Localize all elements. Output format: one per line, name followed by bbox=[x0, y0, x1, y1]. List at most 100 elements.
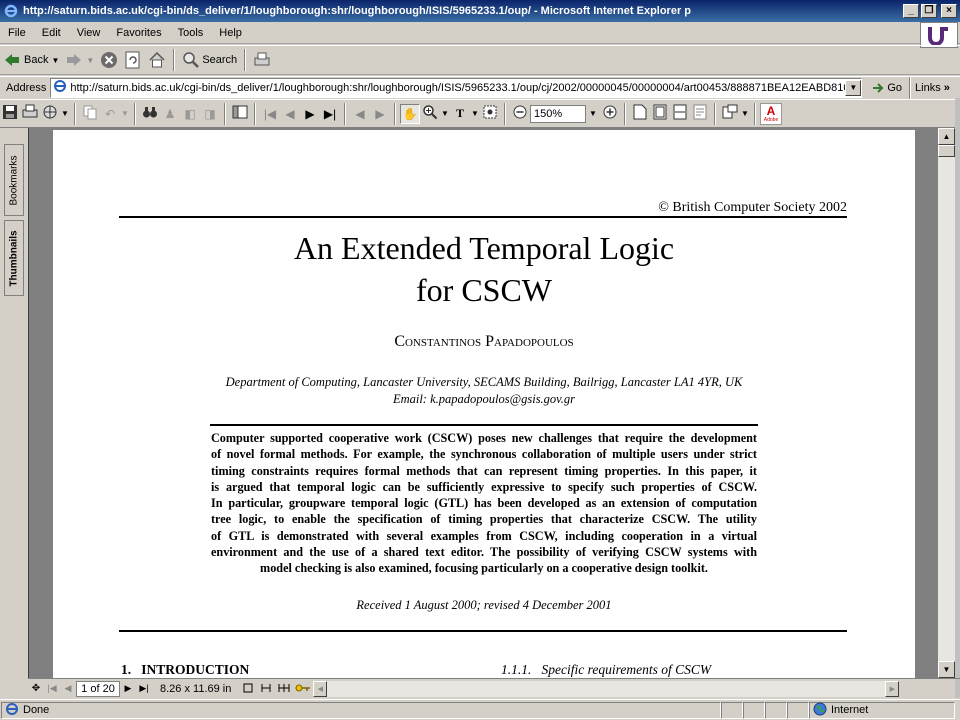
chevron-down-icon[interactable]: ▼ bbox=[470, 104, 480, 124]
minimize-button[interactable]: _ bbox=[903, 4, 919, 18]
previous-page-button[interactable]: ◀ bbox=[280, 104, 300, 124]
status-bar: Done Internet bbox=[0, 699, 960, 720]
undo-button[interactable]: ↶ bbox=[100, 104, 120, 124]
scroll-thumb[interactable] bbox=[938, 145, 955, 157]
refresh-button[interactable] bbox=[121, 48, 145, 72]
abstract-line: tree logic, to enable the specification … bbox=[211, 512, 757, 527]
chevron-down-icon[interactable]: ▼ bbox=[740, 104, 750, 124]
toolbar-separator bbox=[134, 102, 136, 125]
fit-width-button[interactable] bbox=[670, 104, 690, 124]
undo-icon: ↶ bbox=[104, 106, 116, 121]
go-back-button[interactable]: ◀ bbox=[350, 104, 370, 124]
chevron-down-icon[interactable]: ▼ bbox=[440, 104, 450, 124]
status-panel bbox=[721, 701, 743, 719]
text-select-button[interactable]: T bbox=[450, 104, 470, 124]
find-button[interactable] bbox=[140, 104, 160, 124]
abstract-line: model checking is also examined, focusin… bbox=[260, 561, 708, 576]
zoom-tool-button[interactable] bbox=[420, 104, 440, 124]
home-button[interactable] bbox=[145, 48, 169, 72]
subsection-heading: 1.1.1. Specific requirements of CSCW bbox=[501, 662, 712, 677]
abstract-top-rule bbox=[210, 424, 758, 426]
zoom-out-button[interactable] bbox=[510, 104, 530, 124]
address-input[interactable]: http://saturn.bids.ac.uk/cgi-bin/ds_deli… bbox=[50, 77, 863, 98]
adobe-online-button[interactable]: A Adobe bbox=[760, 102, 782, 125]
browser-scrollbar-track[interactable] bbox=[955, 98, 960, 698]
save-button[interactable] bbox=[0, 104, 20, 124]
last-page-button[interactable]: ▶| bbox=[320, 104, 340, 124]
menu-edit[interactable]: Edit bbox=[34, 27, 69, 39]
next-page-icon: ▶ bbox=[124, 683, 132, 693]
back-arrow-icon bbox=[3, 52, 21, 68]
actual-size-button[interactable] bbox=[630, 104, 650, 124]
reflow-button[interactable] bbox=[690, 104, 710, 124]
print-button[interactable] bbox=[250, 48, 274, 72]
scroll-up-button[interactable]: ▲ bbox=[938, 128, 955, 145]
chevron-down-icon[interactable]: ▼ bbox=[60, 104, 70, 124]
status-text-panel: Done bbox=[1, 701, 721, 719]
search-label: Search bbox=[202, 54, 238, 66]
zoom-dropdown-button[interactable]: ▼ bbox=[586, 104, 600, 124]
page-number-field[interactable]: 1 of 20 bbox=[76, 680, 120, 697]
forward-button[interactable]: ▼ bbox=[62, 48, 97, 72]
zoom-in-button[interactable] bbox=[600, 104, 620, 124]
last-page-button[interactable]: ▶| bbox=[136, 679, 152, 699]
tab-bookmarks[interactable]: Bookmarks bbox=[4, 144, 24, 216]
show-navigation-pane-button[interactable] bbox=[230, 104, 250, 124]
menu-tools[interactable]: Tools bbox=[170, 27, 212, 39]
hand-tool-button[interactable]: ✋ bbox=[400, 103, 420, 124]
copy-button[interactable] bbox=[80, 104, 100, 124]
links-button[interactable]: Links » bbox=[915, 82, 950, 94]
scroll-right-button[interactable]: ▶ bbox=[885, 680, 900, 697]
menu-file[interactable]: File bbox=[0, 27, 34, 39]
page-layout-button[interactable]: ✥ bbox=[28, 679, 44, 699]
stop-button[interactable] bbox=[97, 48, 121, 72]
snapshot-button[interactable] bbox=[480, 104, 500, 124]
email-button[interactable] bbox=[40, 104, 60, 124]
search-button[interactable]: ♟ bbox=[160, 104, 180, 124]
next-page-button[interactable]: ▶ bbox=[120, 679, 136, 699]
go-button[interactable]: Go bbox=[868, 76, 905, 100]
adobe-logo-icon: A bbox=[766, 103, 776, 118]
back-button[interactable]: Back ▼ bbox=[0, 48, 62, 72]
continuous-button[interactable] bbox=[257, 679, 275, 699]
horizontal-scrollbar-track[interactable] bbox=[327, 680, 886, 697]
single-page-button[interactable] bbox=[239, 679, 257, 699]
fit-page-button[interactable] bbox=[650, 104, 670, 124]
menu-favorites[interactable]: Favorites bbox=[108, 27, 169, 39]
paper-title-line1: An Extended Temporal Logic bbox=[293, 230, 675, 266]
navigation-side-tabs: Bookmarks Thumbnails bbox=[0, 128, 28, 678]
key-icon bbox=[295, 682, 311, 696]
go-forward-button[interactable]: ▶ bbox=[370, 104, 390, 124]
scroll-left-button[interactable]: ◀ bbox=[313, 680, 328, 697]
rotate-button[interactable] bbox=[720, 104, 740, 124]
search-button[interactable]: Search bbox=[179, 48, 240, 72]
next-page-button[interactable]: ▶ bbox=[300, 104, 320, 124]
zoom-level-input[interactable]: 150% bbox=[530, 104, 586, 123]
save-icon bbox=[2, 104, 18, 123]
binoculars-icon bbox=[142, 104, 158, 123]
section-heading: 1. INTRODUCTION bbox=[121, 662, 250, 677]
vertical-scrollbar[interactable]: ▲ ▼ bbox=[938, 128, 955, 678]
tab-bookmarks-label: Bookmarks bbox=[8, 154, 20, 206]
abstract-line: In particular, groupware temporal logic … bbox=[211, 496, 757, 511]
maximize-button[interactable]: ❐ bbox=[921, 4, 937, 18]
previous-page-button[interactable]: ◀ bbox=[60, 679, 76, 699]
print-button[interactable] bbox=[20, 104, 40, 124]
first-page-button[interactable]: |◀ bbox=[260, 104, 280, 124]
menu-help[interactable]: Help bbox=[211, 27, 250, 39]
go-forward-icon: ▶ bbox=[375, 106, 385, 121]
scroll-down-button[interactable]: ▼ bbox=[938, 661, 955, 678]
chevron-down-icon[interactable]: ▼ bbox=[120, 104, 130, 124]
address-dropdown-button[interactable]: ▼ bbox=[845, 79, 862, 96]
ie-logo-icon bbox=[3, 3, 19, 19]
tab-thumbnails[interactable]: Thumbnails bbox=[4, 220, 24, 296]
prev-view-button[interactable]: ◧ bbox=[180, 104, 200, 124]
key-button[interactable] bbox=[293, 679, 313, 699]
document-viewport[interactable]: © British Computer Society 2002 An Exten… bbox=[28, 128, 938, 678]
next-view-button[interactable]: ◨ bbox=[200, 104, 220, 124]
chevron-down-icon: ▼ bbox=[86, 55, 95, 65]
facing-pages-button[interactable] bbox=[275, 679, 293, 699]
first-page-button[interactable]: |◀ bbox=[44, 679, 60, 699]
menu-view[interactable]: View bbox=[69, 27, 109, 39]
close-button[interactable]: × bbox=[941, 4, 957, 18]
